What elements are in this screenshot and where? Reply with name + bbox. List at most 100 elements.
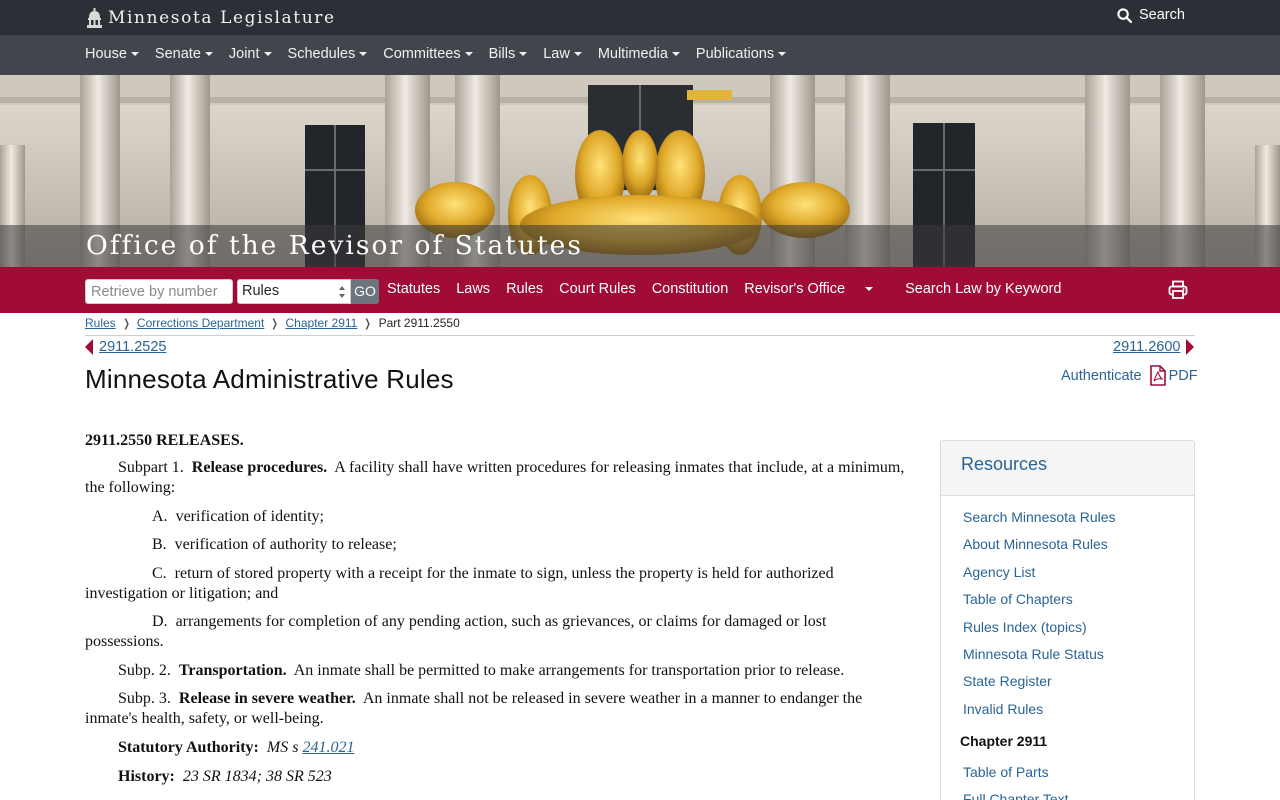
subpart-3: Subp. 3. Release in severe weather. An i… xyxy=(85,689,905,729)
nav-item-committees[interactable]: Committees xyxy=(383,46,473,62)
resource-about-minnesota-rules[interactable]: About Minnesota Rules xyxy=(963,531,1194,558)
caret-down-icon xyxy=(204,52,213,56)
resource-full-chapter-text[interactable]: Full Chapter Text xyxy=(963,786,1194,800)
link-laws[interactable]: Laws xyxy=(456,281,490,297)
breadcrumb-current: Part 2911.2550 xyxy=(378,316,460,330)
resources-header: Resources xyxy=(941,441,1194,496)
breadcrumb-corrections-department[interactable]: Corrections Department xyxy=(137,316,264,330)
link-constitution[interactable]: Constitution xyxy=(652,281,729,297)
resource-state-register[interactable]: State Register xyxy=(963,668,1194,695)
caret-down-icon xyxy=(464,52,473,56)
nav-item-publications[interactable]: Publications xyxy=(695,46,787,62)
link-statutes[interactable]: Statutes xyxy=(387,281,440,297)
capitol-dome-icon xyxy=(87,8,102,28)
printer-icon[interactable] xyxy=(1168,280,1188,300)
caret-down-icon xyxy=(263,52,272,56)
subpart-1: Subpart 1. Release procedures. A facilit… xyxy=(85,458,905,498)
triangle-right-icon xyxy=(1186,339,1195,355)
hero-title: Office of the Revisor of Statutes xyxy=(86,230,583,261)
subpart-prefix: Subpart 1. xyxy=(118,459,184,476)
resources-title: Resources xyxy=(961,454,1048,474)
next-part-label: 2911.2600 xyxy=(1113,339,1181,355)
nav-item-label: Joint xyxy=(228,46,260,62)
search-icon xyxy=(1117,7,1132,23)
nav-item-label: Senate xyxy=(154,46,201,62)
nav-item-law[interactable]: Law xyxy=(543,46,582,62)
nav-item-multimedia[interactable]: Multimedia xyxy=(598,46,680,62)
subpart-prefix: Subp. 3. xyxy=(118,690,171,707)
caret-down-icon xyxy=(130,52,139,56)
link-court-rules[interactable]: Court Rules xyxy=(559,281,636,297)
caret-down-icon xyxy=(359,52,368,56)
chevron-right-icon: ❯ xyxy=(123,317,130,330)
document-type-select[interactable]: Rules xyxy=(237,279,351,304)
breadcrumb-rules[interactable]: Rules xyxy=(85,316,116,330)
nav-item-label: Publications xyxy=(695,46,775,62)
revisors-office-label: Revisor's Office xyxy=(744,281,846,297)
subpart-title: Release procedures. xyxy=(191,459,328,476)
item-d: D. arrangements for completion of any pe… xyxy=(85,612,905,652)
resource-agency-list[interactable]: Agency List xyxy=(963,559,1194,586)
document-type-value: Rules xyxy=(242,283,280,299)
item-a: A. verification of identity; xyxy=(85,507,905,527)
nav-item-label: Law xyxy=(543,46,570,62)
breadcrumb: Rules ❯ Corrections Department ❯ Chapter… xyxy=(85,316,460,330)
next-part-link[interactable]: 2911.2600 xyxy=(1113,339,1195,355)
nav-item-label: House xyxy=(85,46,127,62)
resource-rules-index[interactable]: Rules Index (topics) xyxy=(963,614,1194,641)
nav-item-house[interactable]: House xyxy=(85,46,139,62)
top-search-button[interactable]: Search xyxy=(1117,7,1185,23)
resource-search-minnesota-rules[interactable]: Search Minnesota Rules xyxy=(963,504,1194,531)
authority-statute-link[interactable]: 241.021 xyxy=(302,739,354,756)
top-search-label: Search xyxy=(1139,7,1185,23)
item-text: return of stored property with a receipt… xyxy=(85,564,834,602)
item-b: B. verification of authority to release; xyxy=(85,535,905,555)
site-brand[interactable]: Minnesota Legislature xyxy=(86,8,336,28)
pdf-file-icon[interactable] xyxy=(1149,365,1166,386)
chevron-right-icon: ❯ xyxy=(364,317,372,330)
pdf-link[interactable]: PDF xyxy=(1169,368,1198,384)
resource-table-of-chapters[interactable]: Table of Chapters xyxy=(963,586,1194,613)
link-rules[interactable]: Rules xyxy=(506,281,543,297)
caret-down-icon xyxy=(573,52,582,56)
go-button[interactable]: GO xyxy=(351,279,379,304)
history: History: 23 SR 1834; 38 SR 523 xyxy=(85,767,905,787)
history-label: History: xyxy=(118,767,175,785)
resource-invalid-rules[interactable]: Invalid Rules xyxy=(963,696,1194,723)
previous-part-label: 2911.2525 xyxy=(99,339,167,355)
nav-item-joint[interactable]: Joint xyxy=(229,46,272,62)
authority-prefix: MS s xyxy=(266,738,299,756)
triangle-left-icon xyxy=(85,339,93,355)
authenticate-link[interactable]: Authenticate xyxy=(1061,368,1142,384)
nav-item-label: Multimedia xyxy=(597,46,668,62)
nav-item-label: Schedules xyxy=(287,46,356,62)
chapter-links: Table of Parts Full Chapter Text xyxy=(941,759,1194,800)
top-bar: Minnesota Legislature Search xyxy=(0,0,1280,35)
link-search-law-by-keyword[interactable]: Search Law by Keyword xyxy=(905,281,1061,297)
nav-item-senate[interactable]: Senate xyxy=(155,46,213,62)
retrieve-by-number-input[interactable] xyxy=(85,279,233,304)
revisor-links: Statutes Laws Rules Court Rules Constitu… xyxy=(387,281,1077,297)
statutory-authority: Statutory Authority: MS s 241.021 xyxy=(85,738,905,758)
subpart-title: Transportation. xyxy=(178,661,287,679)
subpart-title: Release in severe weather. xyxy=(178,690,356,707)
caret-down-icon xyxy=(671,52,680,56)
page-title: Minnesota Administrative Rules xyxy=(85,364,454,394)
resource-table-of-parts[interactable]: Table of Parts xyxy=(963,759,1194,786)
caret-down-icon xyxy=(865,287,874,291)
previous-part-link[interactable]: 2911.2525 xyxy=(85,339,166,355)
subpart-prefix: Subp. 2. xyxy=(118,661,171,679)
item-text: arrangements for completion of any pendi… xyxy=(85,613,827,650)
breadcrumb-chapter[interactable]: Chapter 2911 xyxy=(286,316,358,330)
nav-item-bills[interactable]: Bills xyxy=(489,46,528,62)
link-revisors-office[interactable]: Revisor's Office xyxy=(744,281,889,297)
authority-label: Statutory Authority: xyxy=(118,738,259,756)
document-actions: Authenticate PDF xyxy=(1061,365,1198,386)
breadcrumb-divider xyxy=(85,335,1195,336)
nav-item-schedules[interactable]: Schedules xyxy=(288,46,368,62)
item-text: verification of identity; xyxy=(175,507,324,525)
resource-minnesota-rule-status[interactable]: Minnesota Rule Status xyxy=(963,641,1194,668)
chapter-heading: Chapter 2911 xyxy=(960,733,1048,750)
item-label: D. xyxy=(152,613,168,630)
rule-text: 2911.2550 RELEASES. Subpart 1. Release p… xyxy=(85,431,905,796)
